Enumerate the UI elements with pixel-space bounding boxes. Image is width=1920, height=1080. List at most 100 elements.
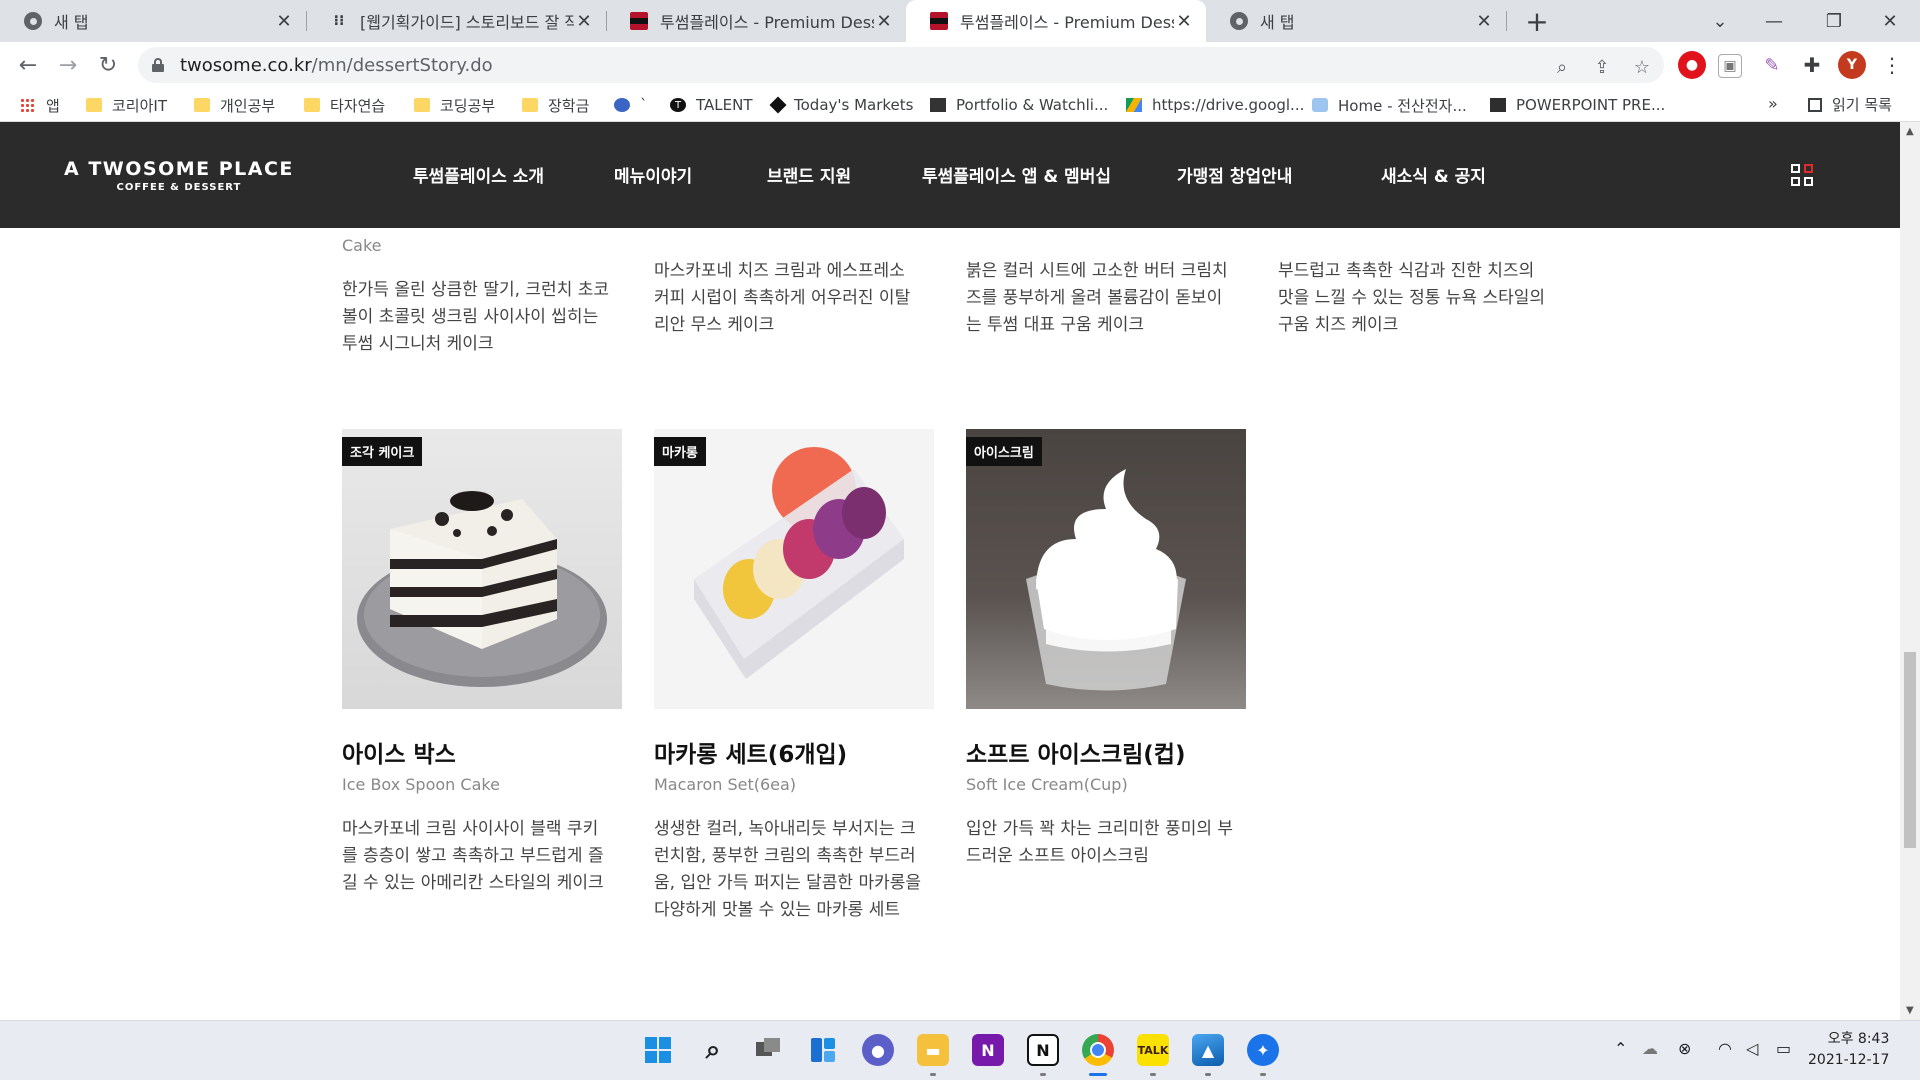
cast-extension-icon[interactable]: ▣: [1718, 54, 1742, 78]
bookmark-label: 장학금: [548, 96, 590, 115]
notion-icon[interactable]: N: [1027, 1034, 1059, 1066]
nav-item-about[interactable]: 투썸플레이스 소개: [413, 162, 544, 187]
close-icon[interactable]: ✕: [1174, 11, 1194, 32]
zoom-icon[interactable]: ⌕: [1550, 55, 1574, 79]
bookmark-label: POWERPOINT PRE...: [1516, 96, 1666, 114]
pen-extension-icon[interactable]: ✎: [1758, 51, 1786, 79]
onenote-icon[interactable]: N: [972, 1034, 1004, 1066]
bookmark-portfolio[interactable]: Portfolio & Watchli...: [930, 94, 1108, 116]
site-logo[interactable]: A TWOSOME PLACE COFFEE & DESSERT: [64, 158, 294, 193]
category-badge: 조각 케이크: [342, 437, 423, 466]
all-menu-grid-icon[interactable]: [1791, 164, 1815, 188]
product-card-soft-icecream[interactable]: 아이스크림 소프트 아이스크림(컵) Soft Ice Cream(Cup) 입…: [966, 429, 1246, 870]
top-product-4[interactable]: 부드럽고 촉촉한 식감과 진한 치즈의 맛을 느낄 수 있는 정통 뉴욕 스타일…: [1278, 258, 1560, 339]
restore-icon[interactable]: ❐: [1804, 0, 1864, 42]
site-header: A TWOSOME PLACE COFFEE & DESSERT 투썸플레이스 …: [0, 122, 1900, 228]
reload-icon[interactable]: ↻: [92, 49, 124, 81]
address-bar[interactable]: twosome.co.kr/mn/dessertStory.do ⌕ ⇪ ☆: [138, 47, 1664, 83]
close-icon[interactable]: ✕: [274, 11, 294, 32]
product-image[interactable]: 아이스크림: [966, 429, 1246, 709]
nav-item-franchise[interactable]: 가맹점 창업안내: [1177, 162, 1292, 187]
scroll-down-icon[interactable]: ▼: [1906, 1005, 1914, 1016]
nav-item-news[interactable]: 새소식 & 공지: [1381, 162, 1486, 187]
bookmark-folder-typing[interactable]: 타자연습: [304, 94, 385, 116]
product-name-en: Cake: [342, 236, 382, 255]
bookmark-folder-scholarship[interactable]: 장학금: [522, 94, 589, 116]
windows-start-icon[interactable]: [642, 1034, 674, 1066]
search-icon[interactable]: ⌕: [697, 1034, 729, 1066]
page-viewport: Cake 한가득 올린 상큼한 딸기, 크런치 초코 볼이 초콜릿 생크림 사이…: [0, 122, 1900, 1020]
photos-icon[interactable]: ▲: [1192, 1034, 1224, 1066]
bookmark-folder-koreait[interactable]: 코리아IT: [86, 94, 167, 116]
battery-icon[interactable]: ▭: [1776, 1039, 1791, 1058]
url-text[interactable]: twosome.co.kr/mn/dessertStory.do: [180, 55, 493, 76]
product-card-icebox[interactable]: 조각 케이크 아이스 박스 Ice Box Spoon Cake 마스카포네 크…: [342, 429, 622, 897]
bookmark-star-icon[interactable]: ☆: [1630, 55, 1654, 79]
window-close-icon[interactable]: ✕: [1860, 0, 1920, 42]
nav-item-menu-story[interactable]: 메뉴이야기: [614, 162, 692, 187]
widgets-icon[interactable]: [807, 1034, 839, 1066]
product-name[interactable]: 소프트 아이스크림(컵): [966, 735, 1246, 769]
product-image[interactable]: 조각 케이크: [342, 429, 622, 709]
task-view-icon[interactable]: [752, 1034, 784, 1066]
desc-line: 를 층층이 쌓고 촉촉하고 부드럽게 즐: [342, 846, 604, 866]
close-icon[interactable]: ✕: [874, 11, 894, 32]
bookmark-powerpoint[interactable]: POWERPOINT PRE...: [1490, 94, 1665, 116]
tray-overflow-icon[interactable]: ⌃: [1614, 1039, 1627, 1058]
adblock-extension-icon[interactable]: ●: [1678, 51, 1706, 79]
product-name[interactable]: 아이스 박스: [342, 735, 622, 769]
new-tab-button[interactable]: +: [1520, 4, 1554, 38]
volume-icon[interactable]: ◁: [1746, 1039, 1758, 1058]
onedrive-icon[interactable]: ☁: [1642, 1039, 1658, 1058]
product-card-macaron[interactable]: 마카롱 마카롱 세트(6개입) Macaron Set(6ea) 생생한 컬러,…: [654, 429, 934, 924]
product-image[interactable]: 마카롱: [654, 429, 934, 709]
bookmark-talent[interactable]: T TALENT: [670, 94, 752, 116]
tab-new-tab-2[interactable]: 새 탭 ✕: [1206, 0, 1506, 42]
extensions-puzzle-icon[interactable]: ✚: [1798, 51, 1826, 79]
bookmark-label: Today's Markets: [794, 96, 914, 114]
tab-twosome-1[interactable]: 투썸플레이스 - Premium Desser ✕: [606, 0, 906, 42]
running-indicator: [1260, 1073, 1266, 1076]
nav-item-app-membership[interactable]: 투썸플레이스 앱 & 멤버십: [922, 162, 1111, 187]
close-icon[interactable]: ✕: [1474, 11, 1494, 32]
scrollbar-thumb[interactable]: [1904, 652, 1916, 848]
bookmark-drive[interactable]: https://drive.googl...: [1126, 94, 1304, 116]
forward-icon[interactable]: →: [52, 49, 84, 81]
tab-storyboard-guide[interactable]: ⁝⁝ [웹기획가이드] 스토리보드 잘 작 ✕: [306, 0, 606, 42]
bookmark-globe[interactable]: `: [614, 94, 648, 116]
back-icon[interactable]: ←: [12, 49, 44, 81]
bookmark-apps[interactable]: 앱: [20, 94, 60, 116]
page-scrollbar[interactable]: ▲ ▼: [1900, 122, 1920, 1020]
file-explorer-icon[interactable]: ▬: [917, 1034, 949, 1066]
tab-twosome-active[interactable]: 투썸플레이스 - Premium Desser ✕: [906, 0, 1206, 42]
tab-search-icon[interactable]: ⌄: [1690, 0, 1750, 42]
desc-line: 드러운 소프트 아이스크림: [966, 846, 1149, 866]
scroll-up-icon[interactable]: ▲: [1906, 126, 1914, 137]
share-icon[interactable]: ⇪: [1590, 55, 1614, 79]
product-name[interactable]: 마카롱 세트(6개입): [654, 735, 934, 769]
bookmark-todays-markets[interactable]: Today's Markets: [769, 94, 914, 116]
system-clock[interactable]: 오후 8:43 2021-12-17: [1808, 1029, 1889, 1071]
wifi-icon[interactable]: ◠: [1718, 1039, 1732, 1058]
nav-item-brand-support[interactable]: 브랜드 지원: [767, 162, 851, 187]
top-product-2[interactable]: 마스카포네 치즈 크림과 에스프레소 커피 시럽이 촉촉하게 어우러진 이탈 리…: [654, 258, 936, 339]
lock-icon[interactable]: [152, 58, 164, 72]
reading-list-button[interactable]: 읽기 목록: [1808, 94, 1892, 115]
profile-avatar[interactable]: Y: [1838, 51, 1866, 79]
bookmarks-overflow-icon[interactable]: »: [1768, 94, 1778, 113]
chat-icon[interactable]: ●: [862, 1034, 894, 1066]
tab-new-tab-1[interactable]: 새 탭 ✕: [0, 0, 306, 42]
top-product-1[interactable]: Cake 한가득 올린 상큼한 딸기, 크런치 초코 볼이 초콜릿 생크림 사이…: [342, 236, 624, 358]
app-icon[interactable]: ✦: [1247, 1034, 1279, 1066]
bookmark-folder-coding[interactable]: 코딩공부: [414, 94, 495, 116]
close-icon[interactable]: ✕: [574, 11, 594, 32]
chrome-icon[interactable]: [1082, 1034, 1114, 1066]
tray-app-icon[interactable]: ⊗: [1678, 1039, 1691, 1058]
bookmark-folder-personal[interactable]: 개인공부: [194, 94, 275, 116]
bookmark-label: 앱: [46, 96, 60, 115]
kebab-menu-icon[interactable]: ⋮: [1878, 51, 1906, 79]
minimize-icon[interactable]: —: [1744, 0, 1804, 42]
top-product-3[interactable]: 붉은 컬러 시트에 고소한 버터 크림치 즈를 풍부하게 올려 볼륨감이 돋보이…: [966, 258, 1248, 339]
kakaotalk-icon[interactable]: TALK: [1137, 1034, 1169, 1066]
bookmark-home[interactable]: Home - 전산전자...: [1312, 94, 1467, 116]
